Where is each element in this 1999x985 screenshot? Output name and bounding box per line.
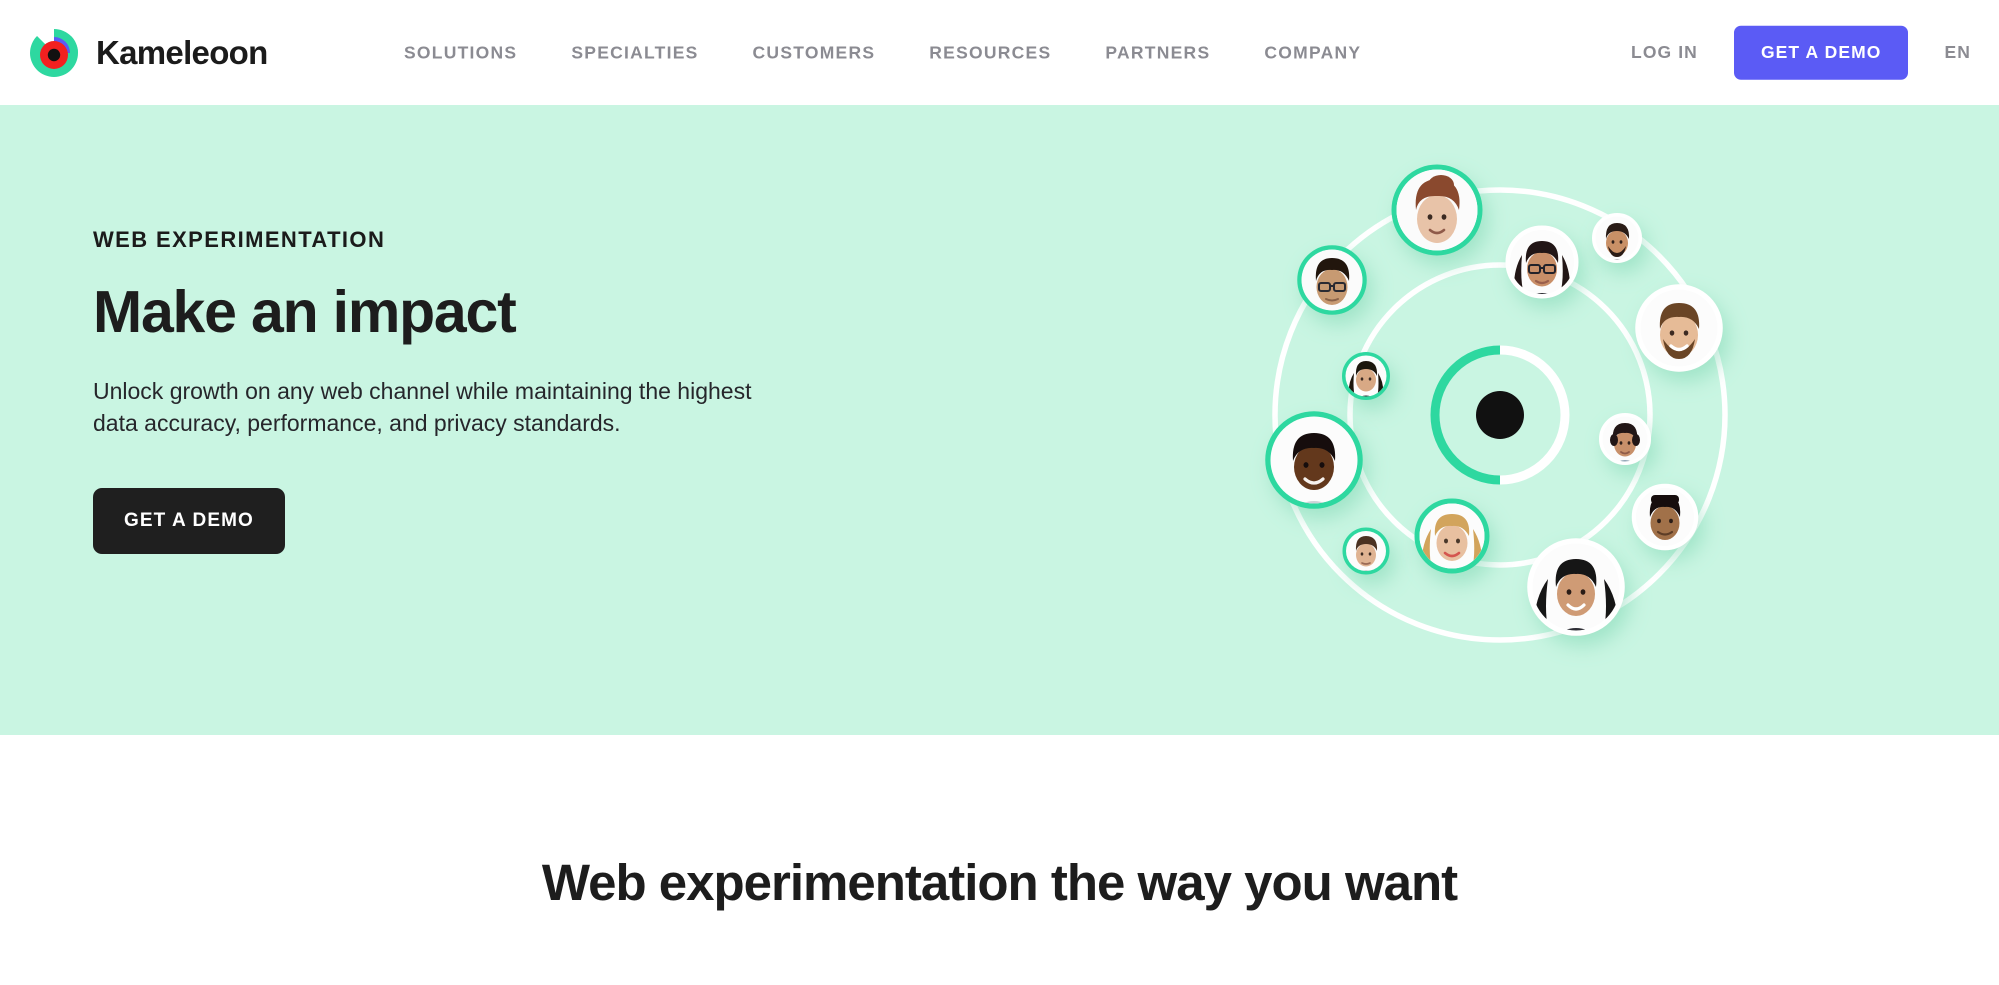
hero-eyebrow: WEB EXPERIMENTATION — [93, 227, 386, 252]
hero-copy: WEB EXPERIMENTATION Make an impact Unloc… — [93, 227, 793, 555]
language-switcher[interactable]: EN — [1944, 42, 1971, 63]
site-header: Kameleoon SOLUTIONS SPECIALTIES CUSTOMER… — [0, 0, 1999, 105]
avatar-man-beard-small — [1592, 213, 1642, 263]
nav-item-partners[interactable]: PARTNERS — [1105, 32, 1210, 73]
avatar-man-smiling-beard — [1635, 284, 1723, 372]
brand-name: Kameleoon — [96, 34, 268, 71]
network-of-people-illustration — [1085, 105, 1765, 735]
kameleoon-logo-icon — [26, 25, 82, 81]
nav-item-resources[interactable]: RESOURCES — [929, 32, 1051, 73]
avatar-woman-long-dark-hair — [1527, 538, 1625, 636]
login-link[interactable]: LOG IN — [1631, 42, 1698, 63]
avatar-woman-blonde — [1414, 498, 1490, 574]
page-root: Kameleoon SOLUTIONS SPECIALTIES CUSTOMER… — [0, 0, 1999, 985]
section-title: Web experimentation the way you want — [541, 854, 1458, 911]
avatar-man-right-bottom — [1631, 483, 1699, 551]
hero-title: Make an impact — [93, 279, 517, 345]
get-a-demo-button-header[interactable]: GET A DEMO — [1733, 25, 1909, 80]
get-a-demo-button-hero[interactable]: GET A DEMO — [93, 488, 285, 555]
center-dot — [1476, 391, 1524, 439]
nav-item-specialties[interactable]: SPECIALTIES — [571, 32, 698, 73]
nav-item-customers[interactable]: CUSTOMERS — [753, 32, 876, 73]
avatar-man-glasses — [1297, 245, 1367, 315]
brand-logo-link[interactable]: Kameleoon — [26, 25, 268, 81]
avatar-man-black-shirt — [1265, 411, 1363, 509]
header-actions: LOG IN GET A DEMO EN — [1631, 25, 1971, 80]
main-navigation: SOLUTIONS SPECIALTIES CUSTOMERS RESOURCE… — [404, 32, 1361, 73]
section-web-experimentation: Web experimentation the way you want — [0, 735, 1999, 985]
nav-item-company[interactable]: COMPANY — [1264, 32, 1361, 73]
avatar-woman-dark-glasses — [1505, 225, 1579, 299]
nav-item-solutions[interactable]: SOLUTIONS — [404, 32, 517, 73]
hero-subtitle: Unlock growth on any web channel while m… — [93, 377, 752, 436]
hero-section: WEB EXPERIMENTATION Make an impact Unloc… — [0, 105, 1999, 735]
